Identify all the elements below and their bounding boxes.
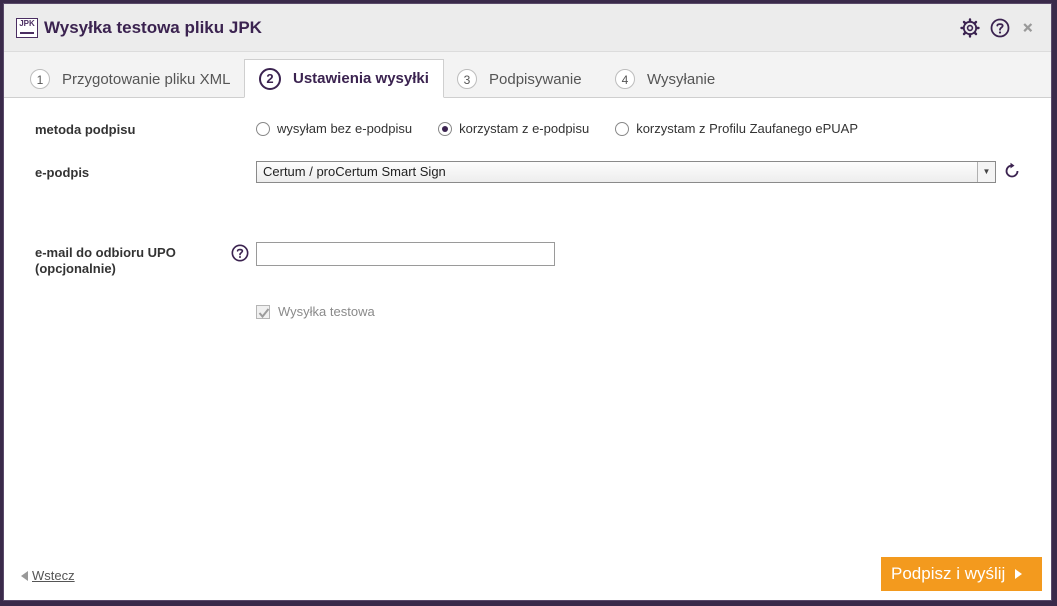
epodpis-selected-value: Certum / proCertum Smart Sign	[263, 164, 446, 179]
tab-step-number: 3	[457, 69, 477, 89]
email-help-icon[interactable]	[231, 244, 249, 262]
email-field[interactable]	[256, 242, 555, 266]
radio-circle[interactable]	[615, 121, 630, 136]
tab-label: Przygotowanie pliku XML	[62, 70, 231, 88]
radio-z-epodpisu[interactable]: korzystam z e-podpisu	[438, 121, 589, 136]
tab-label: Wysyłanie	[647, 70, 716, 88]
email-label: e-mail do odbioru UPO (opcjonalnie)	[35, 245, 176, 277]
tab-ustawienia[interactable]: 2 Ustawienia wysyłki	[244, 59, 444, 98]
tab-przygotowanie[interactable]: 1 Przygotowanie pliku XML	[30, 60, 230, 98]
test-send-label: Wysyłka testowa	[278, 304, 375, 319]
wizard-tabs: 1 Przygotowanie pliku XML 2 Ustawienia w…	[4, 52, 1051, 98]
title-bar: JPK Wysyłka testowa pliku JPK	[4, 4, 1051, 52]
refresh-icon[interactable]	[1002, 161, 1022, 181]
back-link-label: Wstecz	[32, 568, 75, 583]
radio-label: wysyłam bez e-podpisu	[277, 121, 413, 136]
tab-step-number: 2	[259, 67, 281, 90]
tab-label: Podpisywanie	[489, 70, 582, 88]
radio-label: korzystam z e-podpisu	[459, 121, 590, 136]
tab-step-number: 4	[615, 69, 635, 89]
jpk-logo: JPK	[16, 18, 38, 38]
sign-and-send-label: Podpisz i wyślij	[891, 564, 1006, 583]
test-send-checkbox[interactable]	[256, 304, 270, 319]
radio-profil-zaufany[interactable]: korzystam z Profilu Zaufanego ePUAP	[615, 121, 858, 136]
tab-step-number: 1	[30, 69, 50, 89]
radio-circle-checked[interactable]	[438, 121, 453, 136]
epodpis-select[interactable]: Certum / proCertum Smart Sign ▼	[256, 161, 996, 183]
play-arrow-icon	[1015, 569, 1023, 579]
window-title: Wysyłka testowa pliku JPK	[44, 18, 262, 37]
email-label-line1: e-mail do odbioru UPO	[35, 245, 176, 260]
radio-circle[interactable]	[256, 121, 270, 136]
radio-label: korzystam z Profilu Zaufanego ePUAP	[636, 121, 859, 136]
sign-and-send-button[interactable]: Podpisz i wyślij	[881, 557, 1042, 591]
tab-podpisywanie[interactable]: 3 Podpisywanie	[457, 60, 582, 98]
tab-label: Ustawienia wysyłki	[293, 70, 429, 87]
signature-method-label: metoda podpisu	[35, 122, 136, 137]
test-send-checkbox-row: Wysyłka testowa	[256, 304, 375, 319]
dialog-window: JPK Wysyłka testowa pliku JPK 1 Przygoto…	[3, 3, 1052, 601]
chevron-down-icon[interactable]: ▼	[977, 162, 995, 182]
tab-wysylanie[interactable]: 4 Wysyłanie	[615, 60, 715, 98]
epodpis-label: e-podpis	[35, 165, 90, 180]
gear-icon[interactable]	[960, 18, 980, 38]
back-link[interactable]: Wstecz	[21, 568, 75, 583]
close-icon[interactable]	[1021, 18, 1037, 38]
chevron-left-icon	[21, 570, 28, 581]
email-label-line2: (opcjonalnie)	[35, 261, 116, 276]
logo-text: JPK	[19, 19, 35, 28]
radio-bez-epodpisu[interactable]: wysyłam bez e-podpisu	[256, 121, 412, 136]
signature-method-radio-group: wysyłam bez e-podpisu korzystam z e-podp…	[256, 121, 884, 136]
help-icon[interactable]	[990, 18, 1010, 38]
